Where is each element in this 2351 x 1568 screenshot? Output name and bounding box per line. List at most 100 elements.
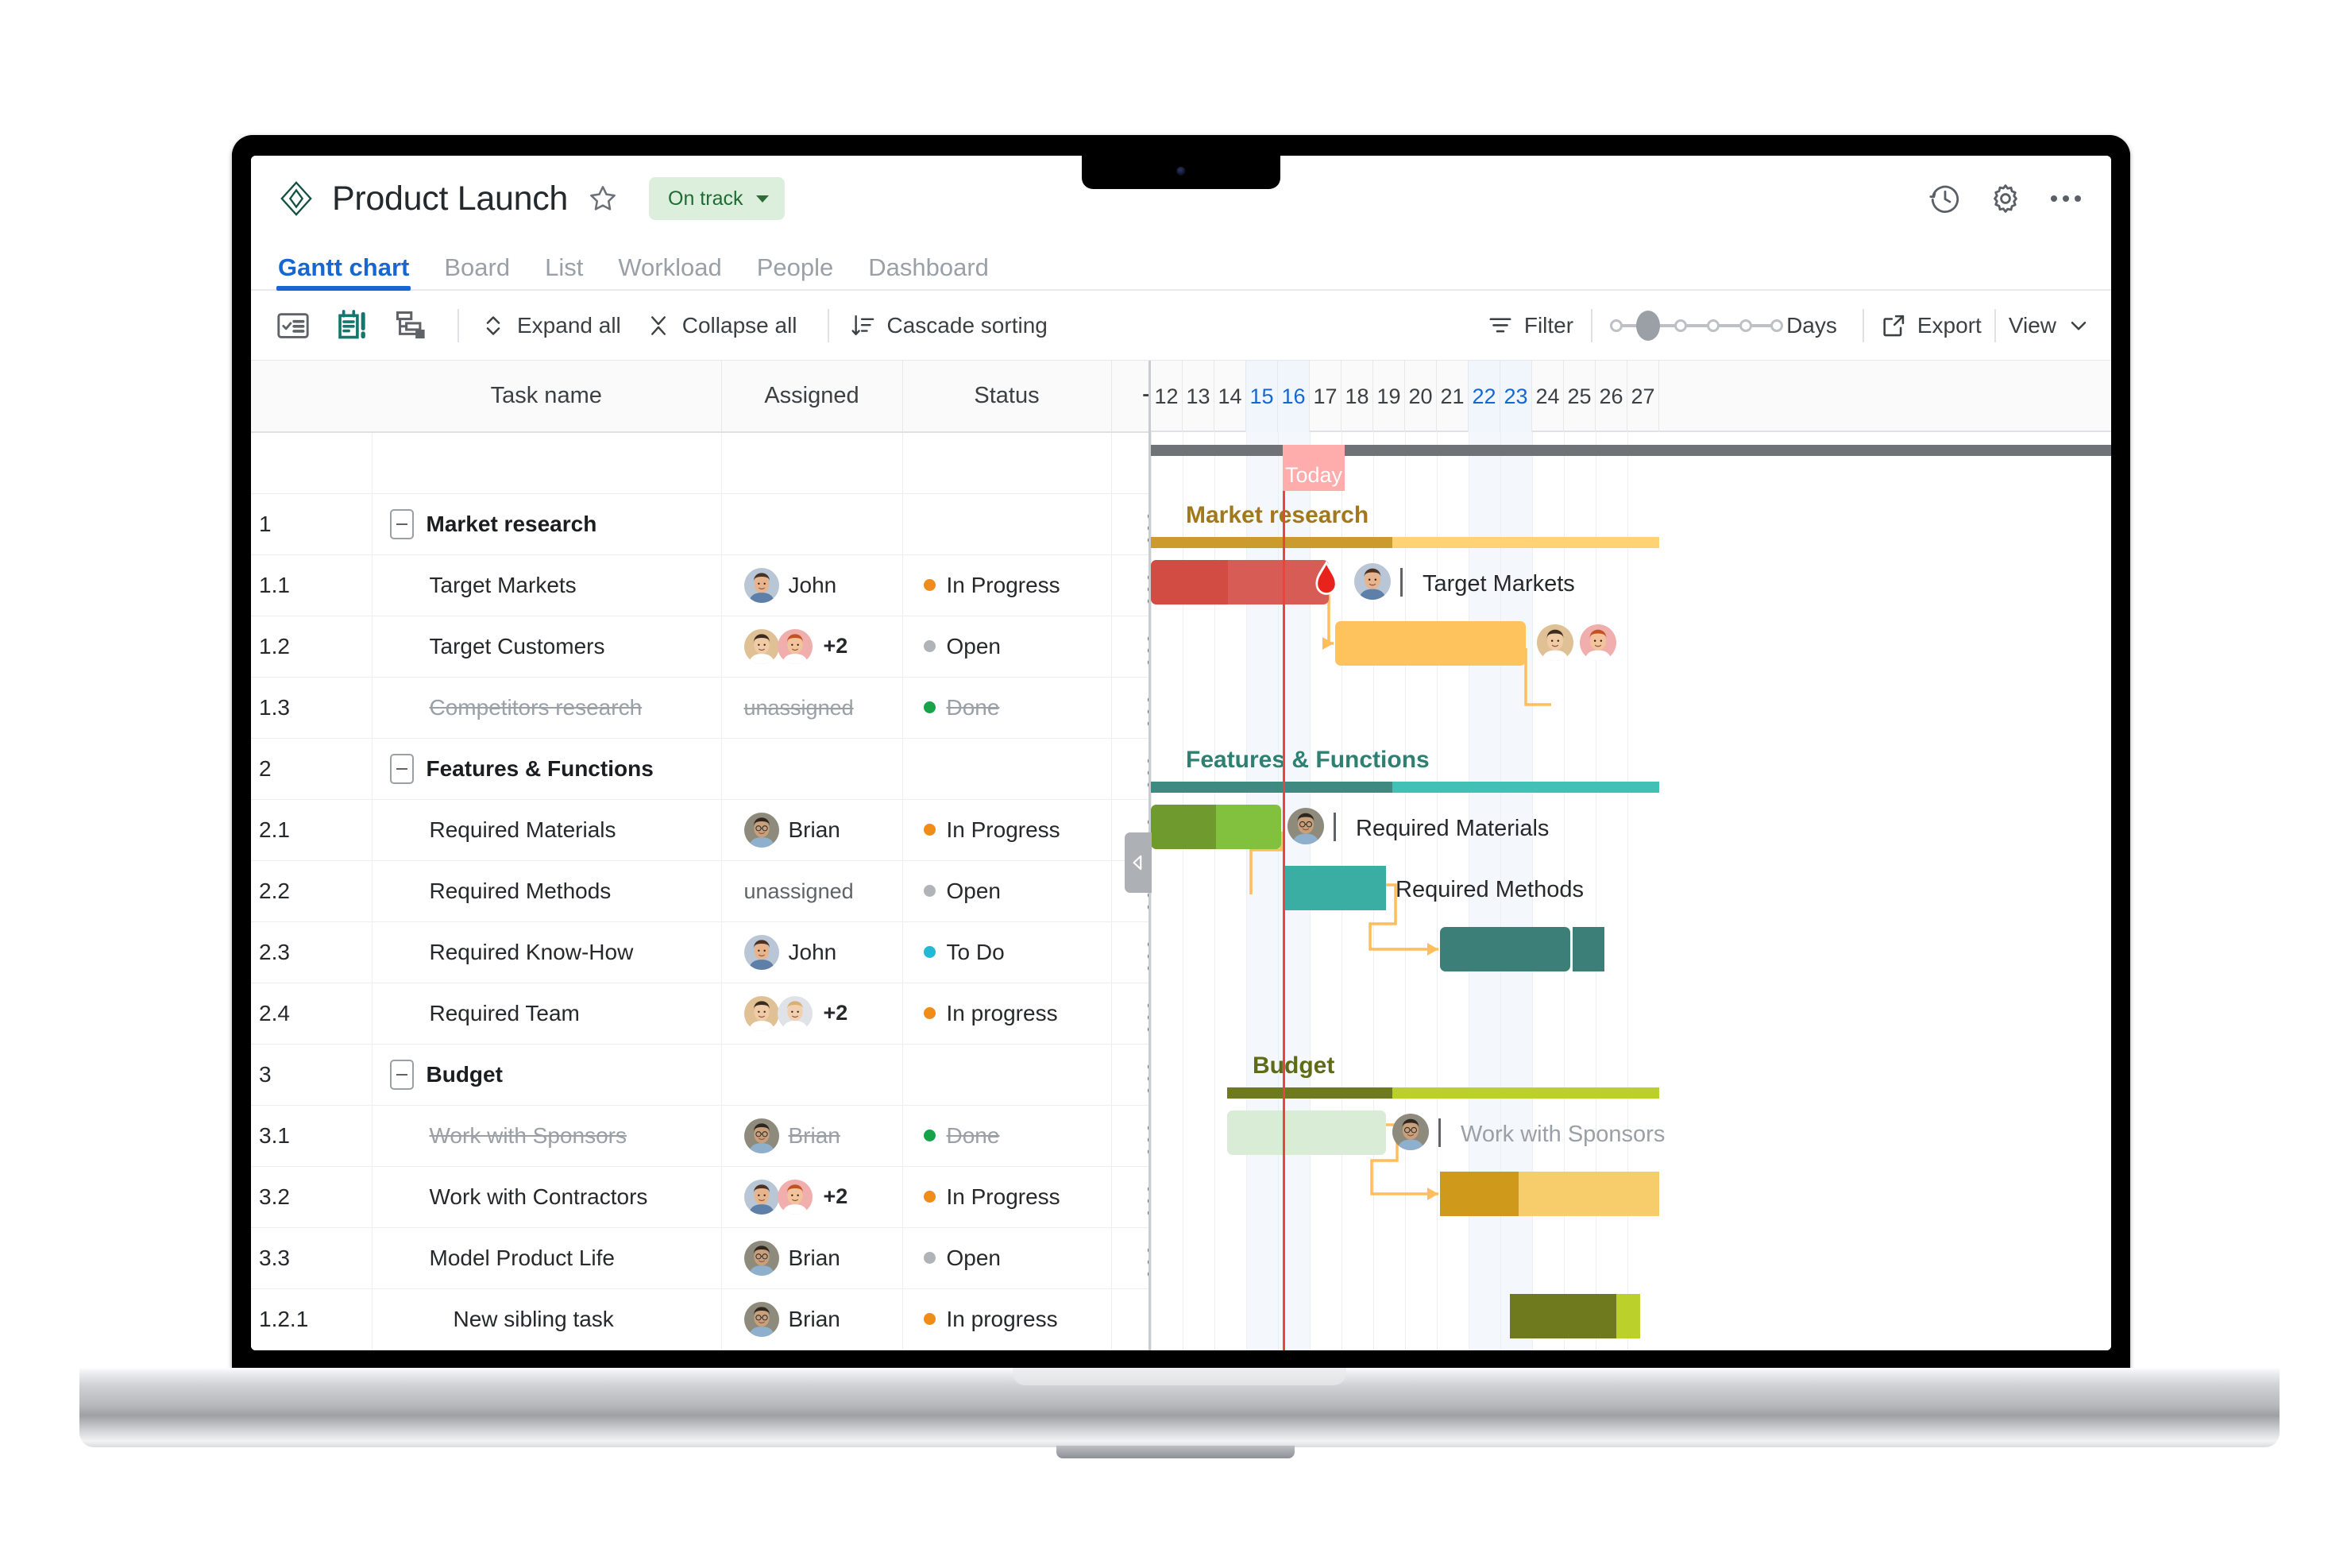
zoom-step-5[interactable] (1770, 319, 1784, 332)
tab-gantt-chart[interactable]: Gantt chart (276, 255, 411, 291)
status-cell[interactable]: Open (902, 860, 1112, 922)
task-bar[interactable] (1335, 621, 1526, 666)
assigned-cell[interactable]: Brian (721, 1227, 903, 1289)
table-row[interactable]: 3.2 Work with Contractors +2 In Progress (251, 1166, 1191, 1228)
history-icon[interactable] (1928, 182, 1962, 215)
day-column-header[interactable]: 18 (1341, 361, 1373, 432)
day-column-header[interactable]: 14 (1214, 361, 1246, 432)
star-outline-icon[interactable] (587, 183, 619, 214)
assigned-cell[interactable] (721, 432, 903, 494)
task-bar[interactable] (1440, 927, 1570, 971)
day-column-header[interactable]: 21 (1437, 361, 1469, 432)
table-row[interactable]: 2.3 Required Know-How John To Do (251, 921, 1191, 983)
task-name-cell[interactable]: Work with Sponsors (372, 1105, 722, 1167)
task-name-cell[interactable]: Features & Functions (372, 738, 722, 800)
assigned-cell[interactable] (721, 738, 903, 800)
status-cell[interactable]: In progress (902, 983, 1112, 1045)
status-cell[interactable]: To Do (902, 921, 1112, 983)
assigned-cell[interactable]: unassigned (721, 677, 903, 739)
status-cell[interactable]: In Progress (902, 799, 1112, 861)
assigned-cell[interactable]: Brian (721, 1288, 903, 1350)
day-column-header[interactable]: 26 (1596, 361, 1627, 432)
day-column-header[interactable]: 13 (1183, 361, 1214, 432)
view-button[interactable]: View (2009, 313, 2090, 338)
status-cell[interactable] (902, 432, 1112, 494)
status-cell[interactable]: Done (902, 677, 1112, 739)
table-row-group[interactable]: 1 Market research (251, 493, 1191, 555)
task-list-icon[interactable] (275, 307, 311, 344)
task-name-cell[interactable]: Required Materials (372, 799, 722, 861)
assigned-cell[interactable]: +2 (721, 616, 903, 678)
day-column-header[interactable]: 17 (1310, 361, 1341, 432)
tab-board[interactable]: Board (444, 255, 510, 289)
table-row[interactable]: 3.1 Work with Sponsors Brian Done (251, 1105, 1191, 1167)
table-row[interactable]: 3.3 Model Product Life Brian Open (251, 1227, 1191, 1289)
tab-list[interactable]: List (545, 255, 583, 289)
task-bar-segment[interactable] (1573, 927, 1605, 971)
status-cell[interactable]: Open (902, 1227, 1112, 1289)
table-row[interactable]: 2.4 Required Team +2 In progress (251, 983, 1191, 1045)
task-bar[interactable] (1227, 1110, 1386, 1155)
timescale-zoom-slider[interactable]: Days (1610, 310, 1837, 341)
cascade-sorting-button[interactable]: Cascade sorting (850, 312, 1048, 339)
status-cell[interactable] (902, 1044, 1112, 1106)
gantt-chart-pane[interactable]: 12 13 14 15 16 17 18 19 20 21 22 23 24 25 26 27 Market … (1151, 361, 2111, 1350)
column-header-task-name[interactable]: Task name (372, 361, 722, 433)
group-summary-bar[interactable] (1151, 782, 1659, 793)
export-button[interactable]: Export (1880, 312, 1982, 339)
critical-path-icon[interactable] (334, 307, 370, 344)
assigned-cell[interactable]: John (721, 554, 903, 616)
status-cell[interactable]: In progress (902, 1288, 1112, 1350)
day-column-header[interactable]: 16 (1278, 361, 1310, 432)
task-name-cell[interactable]: Model Product Life (372, 1227, 722, 1289)
zoom-step-2[interactable] (1674, 319, 1688, 332)
task-bar[interactable] (1151, 805, 1281, 849)
day-column-header[interactable]: 19 (1373, 361, 1405, 432)
table-row-group[interactable]: 3 Budget (251, 1044, 1191, 1106)
expand-all-button[interactable]: Expand all (480, 312, 621, 339)
collapse-toggle-icon[interactable] (389, 753, 414, 784)
table-row[interactable]: 1.2.1 New sibling task Brian In progress (251, 1288, 1191, 1350)
day-column-header[interactable]: 20 (1405, 361, 1437, 432)
status-cell[interactable]: In Progress (902, 1166, 1112, 1228)
status-badge[interactable]: On track (649, 177, 785, 220)
task-name-cell[interactable]: Work with Contractors (372, 1166, 722, 1228)
table-row[interactable]: 1.3 Competitors research unassigned Done (251, 677, 1191, 739)
task-name-cell[interactable]: Competitors research (372, 677, 722, 739)
task-name-cell[interactable]: Required Know-How (372, 921, 722, 983)
zoom-slider-track[interactable] (1610, 310, 1784, 341)
assigned-cell[interactable]: John (721, 921, 903, 983)
status-cell[interactable]: In Progress (902, 554, 1112, 616)
column-header-status[interactable]: Status (902, 361, 1112, 433)
status-cell[interactable]: Done (902, 1105, 1112, 1167)
zoom-slider-knob[interactable] (1636, 310, 1661, 341)
task-name-cell[interactable]: Required Team (372, 983, 722, 1045)
assigned-cell[interactable]: unassigned (721, 860, 903, 922)
assigned-cell[interactable]: Brian (721, 799, 903, 861)
column-header-assigned[interactable]: Assigned (721, 361, 903, 433)
group-summary-bar[interactable] (1227, 1087, 1659, 1099)
day-column-header[interactable]: 12 (1151, 361, 1183, 432)
assigned-cell[interactable]: Brian (721, 1105, 903, 1167)
status-cell[interactable] (902, 738, 1112, 800)
group-summary-bar[interactable] (1151, 537, 1659, 548)
task-name-cell[interactable]: New sibling task (372, 1288, 722, 1350)
day-column-header[interactable]: 24 (1532, 361, 1564, 432)
task-bar[interactable] (1440, 1172, 1659, 1216)
task-bar[interactable] (1510, 1294, 1640, 1338)
zoom-step-0[interactable] (1610, 319, 1623, 332)
more-options-icon[interactable] (2049, 191, 2083, 207)
day-column-header[interactable]: 27 (1627, 361, 1659, 432)
task-name-cell[interactable]: Required Methods (372, 860, 722, 922)
collapse-all-button[interactable]: Collapse all (645, 312, 797, 339)
task-name-cell[interactable]: Budget (372, 1044, 722, 1106)
day-column-header[interactable]: 15 (1246, 361, 1278, 432)
subtasks-icon[interactable] (392, 307, 429, 344)
collapse-toggle-icon[interactable] (389, 1059, 414, 1090)
task-name-cell[interactable] (372, 432, 722, 494)
day-column-header[interactable]: 25 (1564, 361, 1596, 432)
assigned-cell[interactable] (721, 493, 903, 555)
table-row-empty[interactable] (251, 432, 1191, 494)
table-row-group[interactable]: 2 Features & Functions (251, 738, 1191, 800)
zoom-step-4[interactable] (1739, 319, 1753, 332)
